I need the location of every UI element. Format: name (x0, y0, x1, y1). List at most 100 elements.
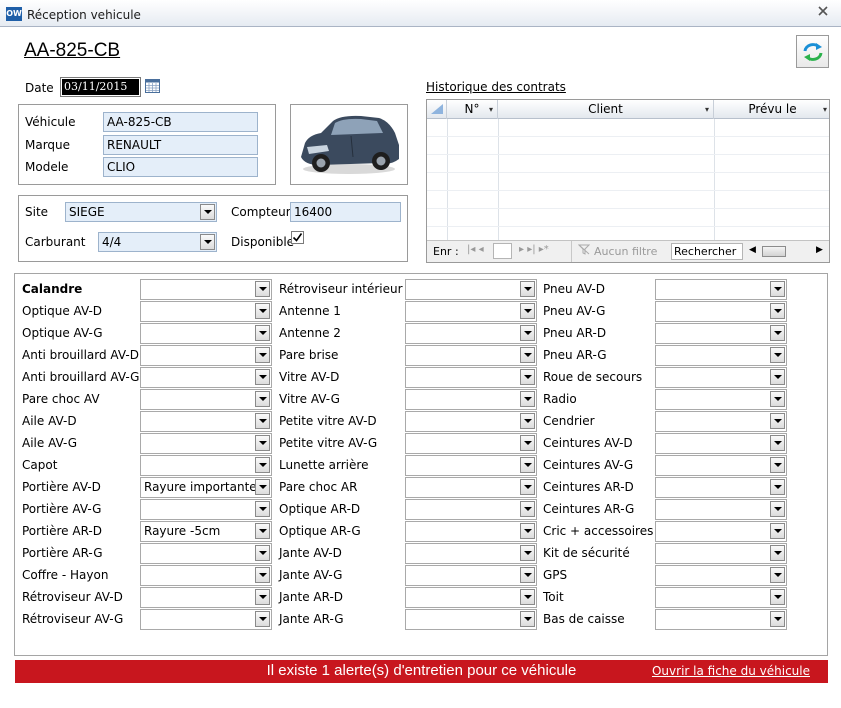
chevron-down-icon[interactable] (770, 435, 785, 451)
nav-first-prev-icons[interactable]: |◂ ◂ (467, 244, 484, 255)
chevron-down-icon[interactable] (255, 501, 270, 517)
chevron-down-icon[interactable] (520, 413, 535, 429)
chevron-down-icon[interactable] (520, 435, 535, 451)
chevron-down-icon[interactable] (255, 523, 270, 539)
checklist-select[interactable]: Rayure -5cm (140, 521, 272, 542)
date-input[interactable]: 03/11/2015 (60, 77, 141, 97)
marque-field[interactable]: RENAULT (103, 135, 258, 155)
checklist-select[interactable] (140, 433, 272, 454)
chevron-down-icon[interactable] (520, 347, 535, 363)
column-header-client[interactable]: Client ▾ (498, 100, 714, 119)
checklist-select[interactable] (405, 279, 537, 300)
checklist-select[interactable] (405, 455, 537, 476)
chevron-down-icon[interactable] (770, 369, 785, 385)
checklist-select[interactable] (405, 609, 537, 630)
checklist-select[interactable] (655, 433, 787, 454)
chevron-down-icon[interactable] (770, 545, 785, 561)
checklist-select[interactable] (140, 323, 272, 344)
chevron-down-icon[interactable] (770, 347, 785, 363)
chevron-down-icon[interactable] (255, 413, 270, 429)
checklist-select[interactable] (655, 587, 787, 608)
contracts-table[interactable]: N° ▾ Client ▾ Prévu le ▾ Enr : |◂ ◂ ▸ ▸| ▸*… (426, 99, 830, 263)
chevron-down-icon[interactable] (255, 435, 270, 451)
chevron-down-icon[interactable] (520, 325, 535, 341)
table-row[interactable] (427, 209, 829, 227)
select-all-cell[interactable] (427, 100, 447, 119)
nav-next-last-icons[interactable]: ▸ ▸| ▸* (519, 244, 549, 255)
chevron-down-icon[interactable] (255, 281, 270, 297)
checklist-select[interactable] (655, 301, 787, 322)
chevron-down-icon[interactable] (770, 303, 785, 319)
checklist-select[interactable] (655, 609, 787, 630)
table-row[interactable] (427, 119, 829, 137)
column-header-numero[interactable]: N° ▾ (447, 100, 498, 119)
scroll-left-icon[interactable]: ◀ (749, 245, 756, 255)
close-button[interactable] (817, 5, 829, 21)
checklist-select[interactable] (405, 433, 537, 454)
chevron-down-icon[interactable] (255, 347, 270, 363)
vehicule-field[interactable]: AA-825-CB (103, 112, 258, 132)
filter-icon[interactable] (577, 244, 591, 258)
checklist-select[interactable] (405, 301, 537, 322)
checklist-select[interactable] (655, 455, 787, 476)
checklist-select[interactable] (140, 609, 272, 630)
chevron-down-icon[interactable] (520, 501, 535, 517)
chevron-down-icon[interactable] (770, 567, 785, 583)
checklist-select[interactable] (655, 411, 787, 432)
checklist-select[interactable] (405, 323, 537, 344)
chevron-down-icon[interactable] (255, 303, 270, 319)
chevron-down-icon[interactable] (520, 369, 535, 385)
chevron-down-icon[interactable] (770, 413, 785, 429)
modele-field[interactable]: CLIO (103, 157, 258, 177)
chevron-down-icon[interactable] (520, 303, 535, 319)
checklist-select[interactable] (655, 565, 787, 586)
checklist-select[interactable] (405, 499, 537, 520)
column-header-prevu[interactable]: Prévu le ▾ (714, 100, 829, 119)
record-number-input[interactable] (493, 243, 512, 259)
chevron-down-icon[interactable] (770, 479, 785, 495)
checklist-select[interactable] (140, 279, 272, 300)
chevron-down-icon[interactable] (255, 369, 270, 385)
chevron-down-icon[interactable] (200, 204, 215, 220)
checklist-select[interactable] (140, 367, 272, 388)
chevron-down-icon[interactable] (770, 589, 785, 605)
chevron-down-icon[interactable] (770, 523, 785, 539)
refresh-button[interactable] (796, 35, 829, 68)
calendar-button[interactable] (145, 79, 160, 93)
checklist-select[interactable] (655, 477, 787, 498)
checklist-select[interactable] (655, 345, 787, 366)
checklist-select[interactable] (655, 389, 787, 410)
chevron-down-icon[interactable] (770, 457, 785, 473)
checklist-select[interactable] (140, 543, 272, 564)
checklist-select[interactable] (405, 367, 537, 388)
table-row[interactable] (427, 137, 829, 155)
checklist-select[interactable] (655, 323, 787, 344)
chevron-down-icon[interactable] (200, 234, 215, 250)
checklist-select[interactable] (655, 499, 787, 520)
chevron-down-icon[interactable] (770, 611, 785, 627)
chevron-down-icon[interactable] (520, 611, 535, 627)
disponible-checkbox[interactable] (291, 231, 304, 244)
checklist-select[interactable] (405, 345, 537, 366)
chevron-down-icon[interactable] (255, 479, 270, 495)
chevron-down-icon[interactable] (255, 611, 270, 627)
chevron-down-icon[interactable] (770, 391, 785, 407)
chevron-down-icon[interactable] (520, 523, 535, 539)
open-vehicle-link[interactable]: Ouvrir la fiche du véhicule (652, 664, 810, 678)
checklist-select[interactable] (655, 521, 787, 542)
no-filter-label[interactable]: Aucun filtre (594, 245, 657, 258)
checklist-select[interactable] (140, 587, 272, 608)
chevron-down-icon[interactable] (520, 479, 535, 495)
table-row[interactable] (427, 191, 829, 209)
checklist-select[interactable]: Rayure importante (140, 477, 272, 498)
chevron-down-icon[interactable] (520, 567, 535, 583)
checklist-select[interactable] (140, 455, 272, 476)
checklist-select[interactable] (405, 521, 537, 542)
carburant-select[interactable]: 4/4 (98, 232, 217, 252)
checklist-select[interactable] (405, 587, 537, 608)
chevron-down-icon[interactable] (255, 325, 270, 341)
chevron-down-icon[interactable] (520, 545, 535, 561)
checklist-select[interactable] (140, 345, 272, 366)
checklist-select[interactable] (655, 543, 787, 564)
chevron-down-icon[interactable] (255, 545, 270, 561)
